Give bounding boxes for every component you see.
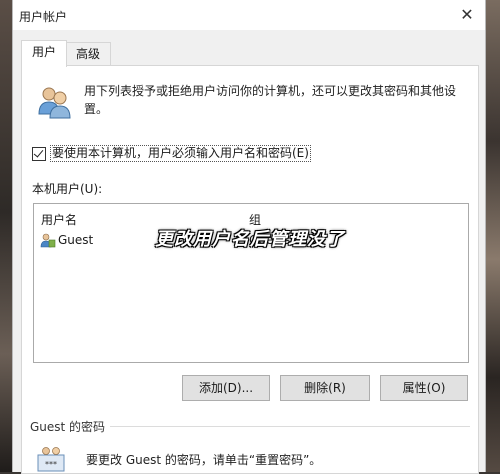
tab-strip: 用户 高级 [13,40,485,67]
add-button[interactable]: 添加(D)... [182,375,270,401]
password-instruction: 要更改 Guest 的密码，请单击“重置密码”。 [86,453,322,467]
svg-text:***: *** [45,460,57,469]
description-text: 用下列表授予或拒绝用户访问你的计算机，还可以更改其密码和其他设置。 [84,84,457,116]
tab-advanced[interactable]: 高级 [65,42,112,67]
password-icon: *** [37,447,65,472]
require-password-checkbox[interactable] [32,147,46,161]
remove-button[interactable]: 删除(R) [280,375,370,401]
group-divider [110,426,470,427]
window-title: 用户帐户 [19,10,68,24]
tab-users[interactable]: 用户 [21,40,68,67]
password-group-label: Guest 的密码 [30,420,106,434]
title-bar: 用户帐户 ✕ [13,0,485,30]
users-icon [38,87,71,119]
video-subtitle: 更改用户名后管理没了 [155,229,345,250]
users-tab-panel: 用下列表授予或拒绝用户访问你的计算机，还可以更改其密码和其他设置。 要使用本计算… [21,65,479,474]
local-users-label: 本机用户(U): [32,182,103,196]
properties-button[interactable]: 属性(O) [380,375,468,401]
close-icon[interactable]: ✕ [457,5,477,25]
require-password-label[interactable]: 要使用本计算机，用户必须输入用户名和密码(E) [50,145,311,162]
